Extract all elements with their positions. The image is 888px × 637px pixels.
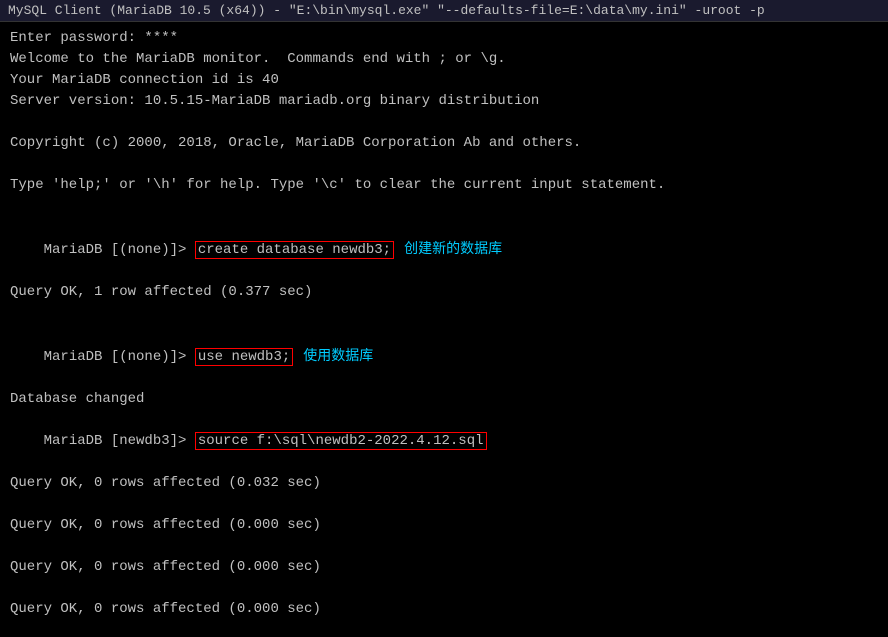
line-query-ok-1: Query OK, 0 rows affected (0.000 sec) [10,515,878,536]
prompt-newdb3: MariaDB [newdb3]> [44,433,195,449]
prompt-none-2: MariaDB [(none)]> [44,349,195,365]
cmd-create-db: create database newdb3; [195,241,394,259]
line-connection-id: Your MariaDB connection id is 40 [10,70,878,91]
line-copyright: Copyright (c) 2000, 2018, Oracle, MariaD… [10,133,878,154]
cmd-source: source f:\sql\newdb2-2022.4.12.sql [195,432,487,450]
line-create-db-result: Query OK, 1 row affected (0.377 sec) [10,282,878,303]
title-bar: MySQL Client (MariaDB 10.5 (x64)) - "E:\… [0,0,888,22]
line-use-db: MariaDB [(none)]> use newdb3; 使用数据库 [10,324,878,389]
line-source-result: Query OK, 0 rows affected (0.032 sec) [10,473,878,494]
line-query-ok-3: Query OK, 0 rows affected (0.000 sec) [10,599,878,620]
cmd-use-db: use newdb3; [195,348,293,366]
title-text: MySQL Client (MariaDB 10.5 (x64)) - "E:\… [8,3,765,18]
annotation-create-db: 创建新的数据库 [404,240,502,256]
line-server-version: Server version: 10.5.15-MariaDB mariadb.… [10,91,878,112]
annotation-use-db: 使用数据库 [303,347,373,363]
prompt-none: MariaDB [(none)]> [44,242,195,258]
terminal: Enter password: **** Welcome to the Mari… [0,22,888,633]
line-type-help: Type 'help;' or '\h' for help. Type '\c'… [10,175,878,196]
line-enter-password: Enter password: **** [10,28,878,49]
line-source: MariaDB [newdb3]> source f:\sql\newdb2-2… [10,410,878,473]
line-welcome: Welcome to the MariaDB monitor. Commands… [10,49,878,70]
line-create-db: MariaDB [(none)]> create database newdb3… [10,217,878,282]
line-query-ok-2: Query OK, 0 rows affected (0.000 sec) [10,557,878,578]
line-database-changed: Database changed [10,389,878,410]
